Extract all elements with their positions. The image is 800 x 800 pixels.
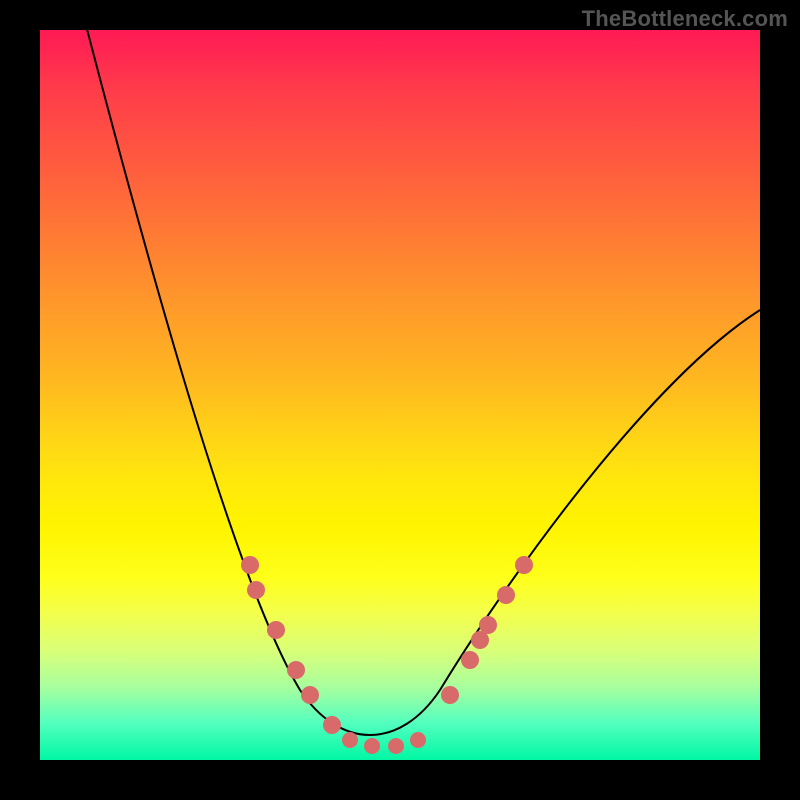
- marker-15: [515, 556, 533, 574]
- marker-8: [388, 738, 404, 754]
- plot-area: [40, 30, 760, 760]
- marker-13: [479, 616, 497, 634]
- marker-9: [410, 732, 426, 748]
- chart-frame: TheBottleneck.com: [0, 0, 800, 800]
- marker-10: [441, 686, 459, 704]
- bottleneck-curve: [82, 10, 760, 735]
- marker-4: [301, 686, 319, 704]
- watermark-text: TheBottleneck.com: [582, 6, 788, 32]
- curve-svg: [40, 30, 760, 760]
- marker-7: [364, 738, 380, 754]
- marker-14: [497, 586, 515, 604]
- marker-3: [287, 661, 305, 679]
- marker-0: [241, 556, 259, 574]
- marker-5: [323, 716, 341, 734]
- marker-11: [461, 651, 479, 669]
- marker-2: [267, 621, 285, 639]
- marker-6: [342, 732, 358, 748]
- marker-1: [247, 581, 265, 599]
